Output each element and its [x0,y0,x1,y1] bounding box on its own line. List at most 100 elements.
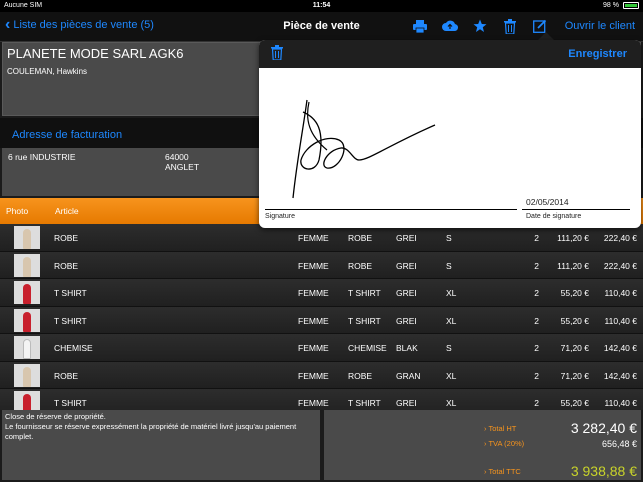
battery-icon [623,2,639,9]
cell-color: GREI [396,315,417,326]
cell-family: ROBE [348,370,373,381]
cell-qty: 2 [534,288,539,298]
total-ht-value: 3 282,40 € [570,420,637,436]
tva-value: 656,48 € [601,439,637,449]
cell-size: S [446,260,452,271]
article-list: ROBE FEMME ROBE GREI S 2 111,20 € 222,40 € ROBE F… [0,224,643,410]
cell-qty: 2 [534,315,539,326]
product-photo [14,336,40,359]
cell-color: GREI [396,398,417,408]
table-row[interactable]: ROBE FEMME ROBE GREI S 2 111,20 € 222,40 € [0,224,643,252]
cell-size: XL [446,370,457,381]
cell-gender: FEMME [298,233,329,243]
product-photo [14,281,40,304]
status-bar: Aucune SIM 11:54 98 % [0,0,643,12]
product-photo [14,253,40,277]
product-photo [14,363,40,387]
cell-total: 142,40 € [603,370,637,381]
cell-unit: 55,20 € [560,288,589,298]
billing-street: 6 rue INDUSTRIE [8,152,76,162]
table-row[interactable]: T SHIRT FEMME T SHIRT GREI XL 2 55,20 € 110,40 … [0,279,643,307]
cell-total: 222,40 € [603,233,637,243]
cell-color: BLAK [396,343,418,353]
popover-toolbar: Enregistrer [259,40,641,68]
cell-color: GREI [396,260,417,271]
cell-article: T SHIRT [54,315,87,326]
cell-unit: 71,20 € [560,343,589,353]
cloud-upload-icon[interactable] [441,17,459,35]
battery-percent: 98 % [603,2,619,9]
cell-color: GRAN [396,370,421,381]
cell-article: T SHIRT [54,288,87,298]
customer-name: PLANETE MODE SARL AGK6 [7,46,184,61]
billing-section-label[interactable]: Adresse de facturation [12,129,122,141]
table-row[interactable]: ROBE FEMME ROBE GRAN XL 2 71,20 € 142,40 € [0,361,643,389]
toolbar: Ouvrir le client [411,17,635,35]
cell-gender: FEMME [298,370,329,381]
clear-signature-trash-icon[interactable] [271,45,283,65]
product-photo [14,308,40,332]
cell-article: CHEMISE [54,343,93,353]
cell-size: XL [446,315,457,326]
product-photo [14,391,40,410]
back-label: Liste des pièces de vente (5) [13,19,154,31]
status-right: 98 % [603,2,639,9]
date-line [522,209,630,210]
signature-line [265,209,517,210]
star-icon[interactable] [471,17,489,35]
save-button[interactable]: Enregistrer [568,48,627,60]
cell-family: T SHIRT [348,315,381,326]
cell-total: 222,40 € [603,260,637,271]
cell-total: 110,40 € [604,398,637,408]
billing-city: ANGLET [165,162,200,172]
cell-unit: 71,20 € [560,370,589,381]
clock: 11:54 [312,2,331,9]
cell-qty: 2 [534,370,539,381]
cell-unit: 55,20 € [560,398,589,408]
cell-gender: FEMME [298,288,329,298]
cell-total: 110,40 € [604,288,637,298]
cell-family: CHEMISE [348,343,387,353]
signature-drawing[interactable] [279,90,439,200]
cell-unit: 55,20 € [560,315,589,326]
total-ttc-value: 3 938,88 € [570,463,637,479]
table-row[interactable]: ROBE FEMME ROBE GREI S 2 111,20 € 222,40 € [0,251,643,279]
cell-total: 110,40 € [604,315,637,326]
signature-label: Signature [265,213,295,220]
signature-date-label: Date de signature [526,213,582,220]
cell-family: T SHIRT [348,398,381,408]
table-row[interactable]: CHEMISE FEMME CHEMISE BLAK S 2 71,20 € 142,40 € [0,334,643,362]
open-client-link[interactable]: Ouvrir le client [565,20,635,32]
print-icon[interactable] [411,17,429,35]
back-button[interactable]: ‹ Liste des pièces de vente (5) [5,17,154,33]
cell-gender: FEMME [298,398,329,408]
cell-gender: FEMME [298,260,329,271]
tva-label: › TVA (20%) [484,439,525,448]
trash-icon[interactable] [501,17,519,35]
signature-date[interactable]: 02/05/2014 [526,197,569,207]
cell-qty: 2 [534,343,539,353]
cell-qty: 2 [534,398,539,408]
cell-color: GREI [396,288,417,298]
cell-color: GREI [396,233,417,243]
app-screen: Aucune SIM 11:54 98 % ‹ Liste des pièces… [0,0,643,482]
cell-qty: 2 [534,260,539,271]
table-row[interactable]: T SHIRT FEMME T SHIRT GREI XL 2 55,20 € 110,40 … [0,306,643,334]
total-ht-label: › Total HT [484,424,517,433]
totals-panel: › Total HT 3 282,40 € › TVA (20%) 656,48… [324,410,641,480]
col-photo: Photo [6,206,29,216]
cell-gender: FEMME [298,343,329,353]
cell-size: XL [446,288,457,298]
cell-article: T SHIRT [54,398,87,408]
total-ttc-label: › Total TTC [484,467,521,476]
cell-size: XL [446,398,457,408]
cell-total: 142,40 € [603,343,637,353]
cell-family: ROBE [348,233,373,243]
table-row[interactable]: T SHIRT FEMME T SHIRT GREI XL 2 55,20 € 110,40 … [0,389,643,410]
cell-article: ROBE [54,370,79,381]
cell-gender: FEMME [298,315,329,326]
cell-qty: 2 [534,233,539,243]
signature-popover: Enregistrer Signature 02/05/2014 Date de… [259,40,641,228]
retention-clause: Close de réserve de propriété. Le fourni… [2,410,320,480]
cell-size: S [446,233,452,243]
